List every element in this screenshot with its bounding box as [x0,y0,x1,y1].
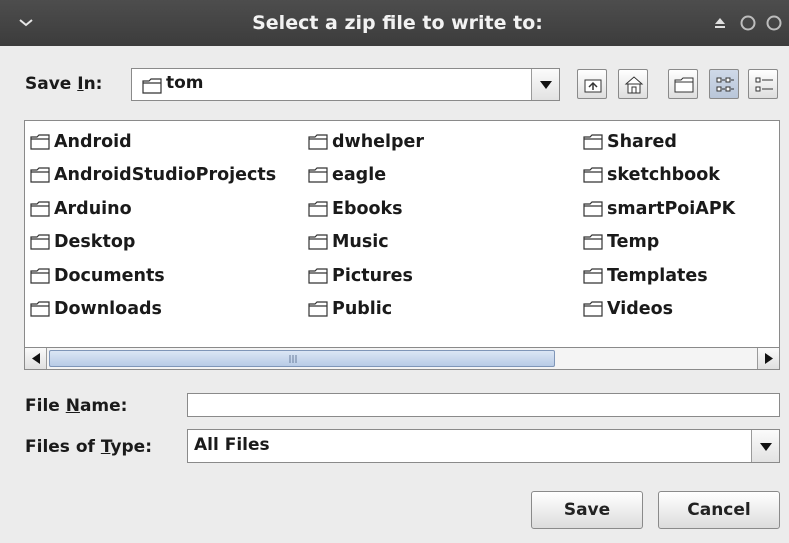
folder-icon [583,167,603,183]
file-list-item-label: Videos [607,299,674,319]
folder-icon [583,267,603,284]
details-view-icon [755,77,773,92]
file-list-item-label: Desktop [54,232,136,253]
folder-icon [30,167,50,183]
file-list-item-label: Pictures [332,265,413,286]
file-list-item-label: smartPoiAPK [607,198,736,219]
file-list-item-label: Music [332,232,389,253]
folder-icon [142,78,162,94]
file-list-item-label: dwhelper [332,132,425,152]
up-one-level-icon [584,79,602,93]
folder-icon [308,201,328,217]
folder-icon [308,234,328,250]
file-list-item-label: Temp [607,232,660,253]
folder-icon [583,201,603,217]
file-list[interactable]: Android AndroidStudioProjects Arduino Deskt… [24,120,780,370]
home-icon [624,76,644,94]
list-view-button[interactable] [709,69,739,99]
save-in-combo[interactable]: tom [131,68,560,101]
new-folder-icon [674,77,694,93]
folder-icon [583,301,603,317]
save-in-label: Save In: [25,74,103,94]
cancel-button[interactable]: Cancel [658,491,780,529]
file-list-item-label: sketchbook [607,165,720,186]
file-list-item-label: Documents [54,265,165,286]
file-list-item-label: Arduino [54,198,132,219]
home-button[interactable] [618,69,648,99]
new-folder-button[interactable] [668,69,698,99]
folder-icon [308,167,328,183]
file-list-item-label: Templates [607,265,708,286]
arrow-left-icon [32,353,40,364]
save-button[interactable]: Save [531,491,643,529]
title-bar: Select a zip file to write to: [0,0,789,46]
file-list-item-label: eagle [332,165,387,186]
folder-icon [30,134,50,150]
folder-icon [308,301,328,317]
minimize-icon[interactable] [736,11,760,35]
save-in-dropdown-button[interactable] [531,69,559,100]
files-of-type-combo[interactable]: All Files [187,429,780,463]
list-view-icon [716,77,734,92]
file-name-label: File Name: [25,396,128,416]
folder-icon [583,234,603,250]
grip-icon [289,355,297,363]
folder-icon [30,267,50,284]
chevron-down-icon [540,81,552,89]
save-in-value: tom [166,73,204,93]
folder-icon [30,301,50,317]
folder-icon [30,201,50,217]
chevron-down-icon [760,443,772,451]
arrow-right-icon [765,353,773,364]
scroll-left-button[interactable] [25,348,47,369]
details-view-button[interactable] [748,69,778,99]
horizontal-scrollbar[interactable] [24,347,780,370]
folder-icon [308,134,328,150]
maximize-icon[interactable] [708,11,732,35]
file-list-item-label: AndroidStudioProjects [54,165,277,186]
folder-icon [583,134,603,150]
files-of-type-dropdown-button[interactable] [751,430,779,462]
file-list-item-label: Public [332,299,393,319]
file-list-item-label: Downloads [54,299,162,319]
files-of-type-label: Files of Type: [25,437,153,457]
scroll-right-button[interactable] [757,348,779,369]
close-icon[interactable] [762,11,786,35]
up-one-level-button[interactable] [577,69,607,99]
scroll-thumb[interactable] [49,350,555,367]
file-name-input[interactable] [187,393,780,417]
file-list-item-label: Ebooks [332,198,403,219]
file-list-item-label: Android [54,132,132,152]
folder-icon [30,234,50,250]
window-title: Select a zip file to write to: [252,12,543,34]
file-list-item-label: Shared [607,132,677,152]
folder-icon [308,267,328,284]
files-of-type-value: All Files [194,435,270,455]
